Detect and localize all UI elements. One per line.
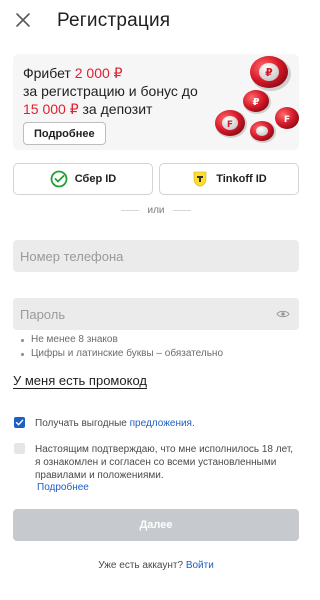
page-title: Регистрация [57,10,171,31]
svg-text:F: F [284,115,290,125]
offers-consent-row: Получать выгодные предложения. [14,417,195,430]
login-link[interactable]: Войти [186,560,214,571]
id-buttons-row: Сбер ID Tinkoff ID [13,163,299,195]
or-divider: или [13,203,299,217]
banner-line2: за регистрацию и бонус до [23,83,198,99]
offers-link[interactable]: предложения [130,418,192,429]
offers-text: Получать выгодные [35,418,130,429]
terms-consent-row: Настоящим подтверждаю, что мне исполнило… [14,443,304,482]
continue-button[interactable]: Далее [13,509,299,541]
password-input[interactable] [13,298,299,330]
promo-banner[interactable]: Фрибет 2 000 ₽ за регистрацию и бонус до… [13,54,299,150]
banner-more-button[interactable]: Подробнее [23,122,106,145]
banner-bonus-amount: 15 000 ₽ [23,101,79,117]
terms-checkbox[interactable] [14,443,25,454]
promo-code-link[interactable]: У меня есть промокод [13,373,147,388]
divider-line-left [121,209,140,211]
svg-text:₽: ₽ [265,66,273,79]
phone-input[interactable] [13,240,299,272]
sber-logo-icon [50,170,68,188]
hint-item: Не менее 8 знаков [19,333,223,347]
svg-text:F: F [227,120,233,130]
terms-more-link[interactable]: Подробнее [37,482,89,493]
coins-illustration: ₽ ₽ F F [215,56,299,143]
offers-checkbox[interactable] [14,417,25,428]
checkmark-icon [15,419,24,426]
tinkoff-logo-icon [193,171,207,187]
tinkoff-id-label: Tinkoff ID [216,173,267,185]
login-prompt: Уже есть аккаунт? Войти [0,560,312,571]
tinkoff-id-button[interactable]: Tinkoff ID [159,163,299,195]
sber-id-label: Сбер ID [74,173,117,185]
divider-line-right [172,209,191,211]
banner-line3-suffix: за депозит [78,101,153,117]
password-hints: Не менее 8 знаков Цифры и латинские букв… [19,333,223,361]
header: Регистрация [0,0,312,44]
login-text: Уже есть аккаунт? [98,560,186,571]
close-icon[interactable] [14,11,32,29]
or-label: или [147,204,165,216]
banner-line1-prefix: Фрибет [23,65,75,81]
terms-consent-text: Настоящим подтверждаю, что мне исполнило… [35,444,294,481]
sber-id-button[interactable]: Сбер ID [13,163,153,195]
offers-suffix: . [191,418,195,429]
show-password-eye-icon[interactable] [276,308,290,320]
svg-text:₽: ₽ [253,97,260,108]
hint-item: Цифры и латинские буквы – обязательно [19,347,223,361]
banner-freebet-amount: 2 000 ₽ [74,65,123,81]
offers-consent-text: Получать выгодные предложения. [35,417,195,430]
